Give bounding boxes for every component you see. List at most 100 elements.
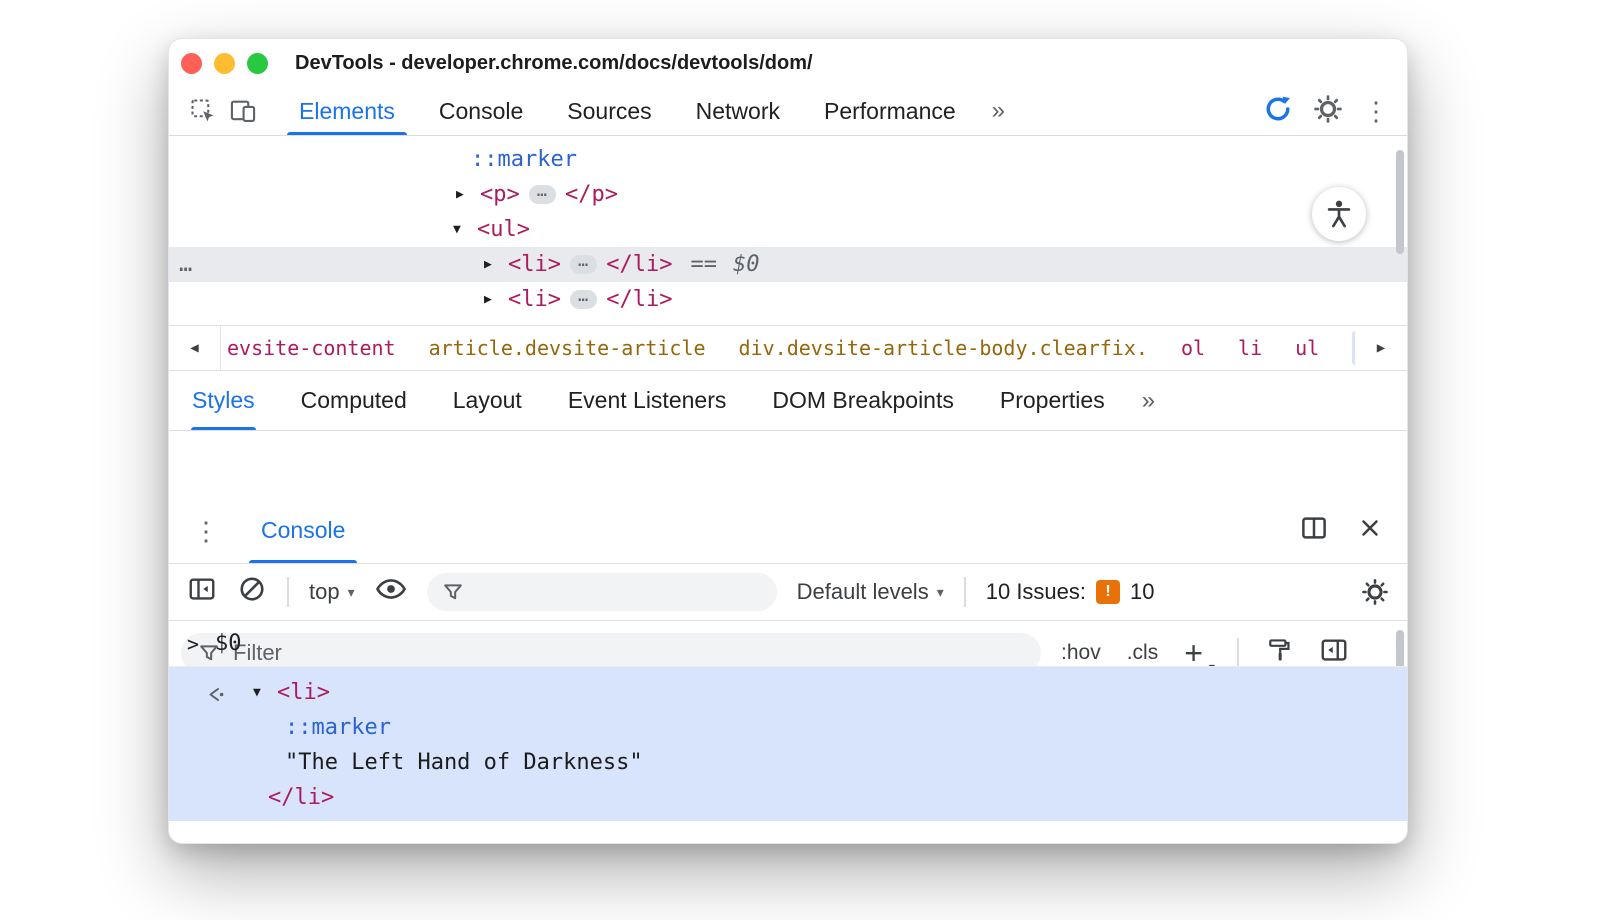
close-icon [1362,520,1378,536]
accessibility-fab[interactable] [1312,187,1366,241]
tab-elements[interactable]: Elements [277,87,417,135]
console-result-block[interactable]: ▼ <li> ::marker "The Left Hand of Darkne… [169,667,1407,821]
device-toolbar-button[interactable] [223,87,263,135]
console-filter-field[interactable] [426,573,777,611]
elements-scrollbar[interactable] [1396,150,1404,254]
expand-arrow-icon[interactable]: ▶ [456,187,480,202]
tree-row-ul[interactable]: ▼ <ul> [169,212,1407,247]
console-filter-input[interactable] [474,579,763,605]
return-value-icon [203,683,227,713]
eye-icon [375,579,406,599]
expand-arrow-icon[interactable]: ▶ [484,292,508,307]
console-command-row[interactable]: > $0 [169,621,1407,667]
console-drawer-header: ⋮ Console [169,498,1407,564]
breadcrumb-item[interactable]: div.devsite-article-body.clearfix. [739,336,1148,360]
breadcrumb-scroll-right-button[interactable]: ▶ [1355,326,1407,370]
inspect-icon [191,99,214,122]
tree-row-p[interactable]: ▶ <p> … </p> [169,177,1407,212]
filter-funnel-icon [443,584,462,600]
inline-expand-button[interactable]: … [569,288,598,309]
drawer-header-controls [1299,498,1407,563]
console-sidebar-icon [189,578,215,600]
text-node-value: "The Left Hand of Darkness" [285,750,643,775]
elements-dom-tree: ::marker ▶ <p> … </p> ▼ <ul> … ▶ <li> … … [169,136,1407,325]
tab-sources[interactable]: Sources [545,87,673,135]
tag-close: </li> [606,287,673,312]
breadcrumb-item[interactable]: evsite-content [227,336,396,360]
breadcrumb-item[interactable]: li [1238,336,1262,360]
clear-console-button[interactable] [237,574,267,610]
inspect-element-button[interactable] [183,87,223,135]
window-title: DevTools - developer.chrome.com/docs/dev… [295,51,813,74]
more-tabs-button[interactable]: » [978,87,1019,135]
tree-row-li-selected[interactable]: … ▶ <li> … </li> == $0 [169,247,1407,282]
zoom-window-button[interactable] [247,53,268,74]
tab-dom-breakpoints[interactable]: DOM Breakpoints [749,371,977,430]
result-line-li-open[interactable]: ▼ <li> [169,675,1407,710]
pseudo-marker: ::marker [471,147,577,172]
divider [287,577,289,607]
collapse-arrow-icon[interactable]: ▼ [253,685,277,700]
panel-tabs: Elements Console Sources Network Perform… [277,87,978,135]
context-selector[interactable]: top ▾ [309,579,355,605]
pseudo-marker: ::marker [285,715,391,740]
drawer-menu-kebab-icon[interactable]: ⋮ [169,498,233,563]
issues-badge-icon: ! [1096,580,1121,604]
devtools-window: DevTools - developer.chrome.com/docs/dev… [168,38,1408,844]
breadcrumb-bar: ◀ evsite-content article.devsite-article… [169,325,1407,371]
tab-network[interactable]: Network [674,87,802,135]
dollar-zero-annotation: $0 [732,252,760,277]
tab-console[interactable]: Console [417,87,545,135]
expand-arrow-icon[interactable]: ▶ [484,257,508,272]
live-expression-button[interactable] [375,573,407,611]
split-panel-button[interactable] [1299,513,1329,548]
result-line-text[interactable]: "The Left Hand of Darkness" [169,745,1407,780]
breadcrumb-item[interactable]: ul [1295,336,1319,360]
tag-open: <li> [277,680,330,705]
drawer-tab-console[interactable]: Console [249,498,358,563]
chevron-down-icon: ▾ [936,583,944,600]
console-toolbar: top ▾ Default levels ▾ 10 Issues: ! 10 [169,564,1407,621]
minimize-window-button[interactable] [214,53,235,74]
tree-row-li[interactable]: ▶ <li> … </li> [169,282,1407,317]
equals-annotation: == [690,252,717,277]
inline-expand-button[interactable]: … [569,253,598,274]
title-bar: DevTools - developer.chrome.com/docs/dev… [169,39,1407,87]
console-command-text: $0 [215,631,242,656]
tree-row-marker[interactable]: ::marker [169,142,1407,177]
close-window-button[interactable] [181,53,202,74]
console-output: > $0 ▼ <li> ::marker "The Left Hand of D… [169,621,1407,843]
tab-styles[interactable]: Styles [169,371,278,430]
breadcrumb-item[interactable]: ol [1181,336,1205,360]
settings-gear-icon [1362,579,1388,605]
inline-expand-button[interactable]: … [528,183,556,204]
row-actions-dots-icon[interactable]: … [179,252,192,277]
result-line-li-close[interactable]: </li> [169,780,1407,815]
tab-properties[interactable]: Properties [977,371,1128,430]
console-sidebar-button[interactable] [187,574,217,610]
console-settings-button[interactable] [1361,578,1389,606]
close-drawer-button[interactable] [1357,515,1383,546]
divider [963,577,966,607]
breadcrumb-scroll-left-button[interactable]: ◀ [169,326,221,370]
tag-close: </li> [606,252,673,277]
log-levels-label: Default levels [796,579,929,604]
tag-open: <p> [480,182,520,207]
tab-performance[interactable]: Performance [802,87,978,135]
breadcrumb-item[interactable]: article.devsite-article [429,336,706,360]
log-levels-selector[interactable]: Default levels ▾ [797,579,944,605]
issues-counter[interactable]: 10 Issues: ! 10 [986,579,1155,605]
more-options-kebab-icon[interactable]: ⋮ [1363,98,1389,124]
result-line-marker[interactable]: ::marker [169,710,1407,745]
collapse-arrow-icon[interactable]: ▼ [453,222,477,237]
tag-open: <li> [508,252,561,277]
main-toolbar: Elements Console Sources Network Perform… [169,87,1407,136]
sync-icon[interactable] [1263,94,1293,129]
tab-layout[interactable]: Layout [430,371,545,430]
device-toolbar-icon [230,100,256,122]
tab-event-listeners[interactable]: Event Listeners [545,371,750,430]
tab-computed[interactable]: Computed [278,371,430,430]
context-selector-label: top [309,579,340,604]
settings-gear-icon[interactable] [1313,94,1343,129]
more-styles-tabs-button[interactable]: » [1128,371,1169,430]
